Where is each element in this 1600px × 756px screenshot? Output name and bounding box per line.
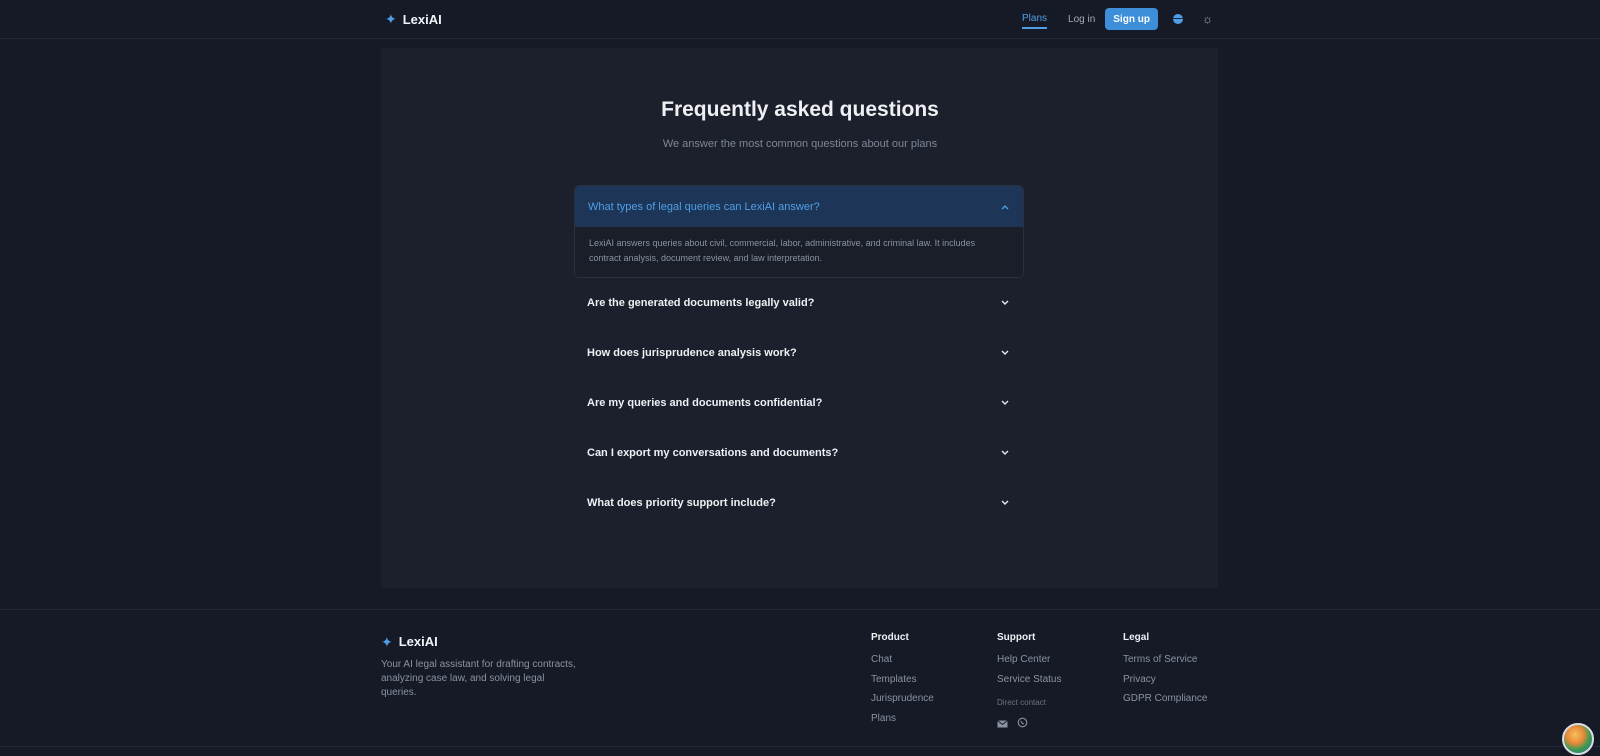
brand-name: LexiAI <box>402 11 442 27</box>
faq-question-text: How does jurisprudence analysis work? <box>587 347 797 359</box>
footer-column-product: Product Chat Templates Jurisprudence Pla… <box>871 632 934 732</box>
chevron-down-icon <box>1000 498 1010 508</box>
footer-link-help-center[interactable]: Help Center <box>997 654 1061 674</box>
signup-button[interactable]: Sign up <box>1105 8 1158 30</box>
faq-question-text: What types of legal queries can LexiAI a… <box>588 200 820 213</box>
sparkle-logo-icon: ✦ <box>381 633 393 650</box>
faq-item[interactable]: Can I export my conversations and docume… <box>574 428 1024 478</box>
chevron-up-icon <box>1001 202 1009 212</box>
header-nav: Plans Log in Sign up ☼ <box>1022 8 1213 30</box>
faq-item[interactable]: Are my queries and documents confidentia… <box>574 378 1024 428</box>
footer-brand[interactable]: ✦ LexiAI <box>381 634 438 649</box>
faq-answer-text: LexiAI answers queries about civil, comm… <box>589 238 976 263</box>
faq-title: Frequently asked questions <box>661 98 939 121</box>
sparkle-logo-icon: ✦ <box>385 11 397 27</box>
chevron-down-icon <box>1000 298 1010 308</box>
nav-plans-link[interactable]: Plans <box>1022 13 1048 29</box>
footer-link-gdpr[interactable]: GDPR Compliance <box>1123 693 1207 713</box>
faq-item-expanded: What types of legal queries can LexiAI a… <box>574 185 1024 278</box>
footer-divider <box>0 609 1600 610</box>
footer-link-privacy[interactable]: Privacy <box>1123 674 1207 694</box>
footer-description: Your AI legal assistant for drafting con… <box>381 659 576 698</box>
theme-toggle-sun-icon[interactable]: ☼ <box>1202 13 1213 25</box>
footer-brand-name: LexiAI <box>398 634 438 649</box>
footer-link-plans[interactable]: Plans <box>871 713 934 733</box>
chat-assistant-avatar-button[interactable] <box>1562 723 1594 755</box>
chevron-down-icon <box>1000 448 1010 458</box>
footer-link-chat[interactable]: Chat <box>871 654 934 674</box>
footer-bottom-divider <box>0 746 1600 747</box>
chevron-down-icon <box>1000 348 1010 358</box>
direct-contact-label: Direct contact <box>997 698 1046 707</box>
email-icon[interactable] <box>997 715 1008 733</box>
faq-accordion: What types of legal queries can LexiAI a… <box>574 185 1024 528</box>
contact-icons <box>997 715 1061 733</box>
footer-column-support: Support Help Center Service Status Direc… <box>997 632 1061 733</box>
faq-question-text: What does priority support include? <box>587 497 776 509</box>
faq-question-text: Can I export my conversations and docume… <box>587 447 839 459</box>
faq-question-text: Are the generated documents legally vali… <box>587 297 815 309</box>
faq-subtitle: We answer the most common questions abou… <box>662 138 938 150</box>
footer-link-service-status[interactable]: Service Status <box>997 674 1061 694</box>
login-link[interactable]: Log in <box>1068 14 1095 25</box>
whatsapp-icon[interactable] <box>1017 715 1028 733</box>
footer-link-templates[interactable]: Templates <box>871 674 934 694</box>
footer-column-legal: Legal Terms of Service Privacy GDPR Comp… <box>1123 632 1207 713</box>
faq-question-text: Are my queries and documents confidentia… <box>587 397 823 409</box>
footer-link-jurisprudence[interactable]: Jurisprudence <box>871 693 934 713</box>
footer-heading-legal: Legal <box>1123 632 1150 643</box>
language-globe-icon[interactable] <box>1172 14 1183 24</box>
faq-item[interactable]: Are the generated documents legally vali… <box>574 278 1024 328</box>
brand-logo-link[interactable]: ✦ LexiAI <box>385 10 442 28</box>
footer-heading-support: Support <box>997 632 1036 643</box>
chevron-down-icon <box>1000 398 1010 408</box>
top-navigation-bar: ✦ LexiAI Plans Log in Sign up ☼ <box>0 0 1600 39</box>
faq-item[interactable]: What does priority support include? <box>574 478 1024 528</box>
footer-heading-product: Product <box>871 632 909 643</box>
faq-question-toggle[interactable]: What types of legal queries can LexiAI a… <box>575 186 1023 227</box>
faq-item[interactable]: How does jurisprudence analysis work? <box>574 328 1024 378</box>
footer-link-terms[interactable]: Terms of Service <box>1123 654 1207 674</box>
